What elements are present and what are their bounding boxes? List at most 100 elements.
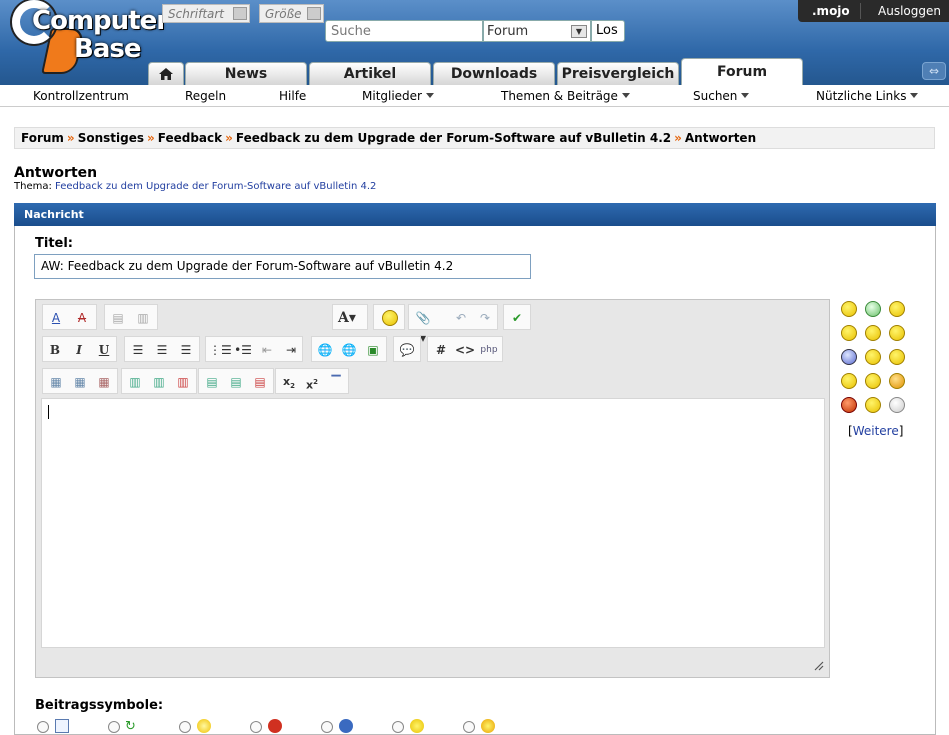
search-input[interactable]: Suche — [325, 20, 483, 42]
text-color-icon[interactable]: A▾ — [337, 308, 357, 328]
quote-icon[interactable]: 💬 — [397, 340, 417, 360]
smilie-rolleyes-icon[interactable] — [865, 373, 881, 389]
code-icon[interactable]: <> — [455, 340, 475, 360]
font-select[interactable]: Schriftart — [162, 4, 250, 23]
subnav-kontrollzentrum[interactable]: Kontrollzentrum — [33, 89, 129, 103]
align-left-icon[interactable]: ☰ — [128, 340, 148, 360]
smilie-shocked-icon[interactable] — [889, 397, 905, 413]
remove-link-icon[interactable]: 🌐 — [339, 340, 359, 360]
superscript-icon[interactable]: x2 — [302, 372, 322, 392]
tab-forum[interactable]: Forum — [681, 58, 803, 85]
subscript-icon[interactable]: x2 — [279, 372, 299, 392]
delete-row-icon[interactable]: ▤ — [250, 372, 270, 392]
smilie-mad-icon[interactable] — [841, 397, 857, 413]
tab-artikel[interactable]: Artikel — [309, 62, 431, 85]
search-scope-select[interactable]: Forum ▼ — [483, 20, 591, 42]
table-props-icon[interactable]: ▦ — [70, 372, 90, 392]
smilie-sad-icon[interactable] — [841, 349, 857, 365]
insert-image-icon[interactable]: ▣ — [363, 340, 383, 360]
subnav-hilfe[interactable]: Hilfe — [279, 89, 306, 103]
toolbar-group-style: B I U — [42, 336, 117, 362]
tab-news[interactable]: News — [185, 62, 307, 85]
smilie-insert-icon[interactable] — [382, 310, 398, 326]
subnav-suchen[interactable]: Suchen — [693, 89, 750, 103]
smilie-happy-icon[interactable] — [889, 301, 905, 317]
title-input[interactable]: AW: Feedback zu dem Upgrade der Forum-So… — [34, 254, 531, 279]
spellcheck-icon[interactable]: ✔ — [507, 308, 527, 328]
site-logo[interactable]: Computer Base — [10, 0, 169, 80]
bold-icon[interactable]: B — [45, 340, 65, 360]
breadcrumb-separator: » — [66, 131, 75, 145]
post-icon-radio[interactable] — [108, 721, 120, 733]
underline-icon[interactable]: U — [94, 340, 114, 360]
table-delete-icon[interactable]: ▦ — [94, 372, 114, 392]
subnav-links[interactable]: Nützliche Links — [816, 89, 919, 103]
more-smilies-link[interactable]: Weitere — [853, 424, 899, 438]
smilie-frown-icon[interactable] — [889, 349, 905, 365]
table-icon[interactable]: ▦ — [46, 372, 66, 392]
font-format-icon[interactable]: A — [46, 308, 66, 328]
paste-word-icon[interactable]: ▥ — [133, 308, 153, 328]
message-textarea[interactable] — [41, 398, 825, 648]
search-button[interactable]: Los — [591, 20, 625, 42]
smilie-surprised-icon[interactable] — [865, 397, 881, 413]
post-icon-radio[interactable] — [179, 721, 191, 733]
subnav-mitglieder[interactable]: Mitglieder — [362, 89, 434, 103]
insert-col-right-icon[interactable]: ▥ — [149, 372, 169, 392]
paste-icon[interactable]: ▤ — [108, 308, 128, 328]
post-icon-radio[interactable] — [392, 721, 404, 733]
subnav-themen[interactable]: Themen & Beiträge — [501, 89, 630, 103]
undo-icon[interactable]: ↶ — [451, 308, 471, 328]
cool-face-icon — [410, 719, 424, 733]
ordered-list-icon[interactable]: ⋮☰ — [209, 340, 232, 360]
thread-reference: Thema: Feedback zu dem Upgrade der Forum… — [14, 181, 376, 192]
text-cursor — [48, 405, 49, 419]
toolbar-group-quote: 💬 — [393, 336, 421, 362]
smilie-cool-icon[interactable] — [889, 325, 905, 341]
post-icon-radio[interactable] — [37, 721, 49, 733]
attachment-icon[interactable]: 📎▾ — [413, 308, 433, 345]
smilie-confused-icon[interactable] — [865, 325, 881, 341]
post-icon-radio[interactable] — [250, 721, 262, 733]
hash-icon[interactable]: # — [431, 340, 451, 360]
breadcrumb-sonstiges[interactable]: Sonstiges — [78, 131, 144, 145]
smilie-smile-icon[interactable] — [841, 301, 857, 317]
post-icon-radio[interactable] — [463, 721, 475, 733]
align-right-icon[interactable]: ☰ — [176, 340, 196, 360]
indent-icon[interactable]: ⇥ — [281, 340, 301, 360]
resize-grip-icon[interactable] — [812, 659, 824, 671]
outdent-icon[interactable]: ⇤ — [257, 340, 277, 360]
smilie-eek-icon[interactable] — [865, 349, 881, 365]
italic-icon[interactable]: I — [69, 340, 89, 360]
smilie-laugh-icon[interactable] — [841, 373, 857, 389]
tab-downloads[interactable]: Downloads — [433, 62, 555, 85]
insert-row-below-icon[interactable]: ▤ — [226, 372, 246, 392]
redo-icon[interactable]: ↷ — [475, 308, 495, 328]
delete-col-icon[interactable]: ▥ — [173, 372, 193, 392]
insert-link-icon[interactable]: 🌐 — [315, 340, 335, 360]
remove-format-icon[interactable]: A — [72, 308, 92, 328]
smilie-wink-icon[interactable] — [841, 325, 857, 341]
subnav-regeln[interactable]: Regeln — [185, 89, 226, 103]
unordered-list-icon[interactable]: •☰ — [233, 340, 253, 360]
php-icon[interactable]: php — [479, 340, 499, 360]
thema-label: Thema: — [14, 181, 52, 192]
logout-link[interactable]: Ausloggen — [878, 4, 941, 18]
align-center-icon[interactable]: ☰ — [152, 340, 172, 360]
tab-preisvergleich[interactable]: Preisvergleich — [557, 62, 679, 85]
size-select[interactable]: Größe — [259, 4, 324, 23]
username-link[interactable]: .mojo — [812, 4, 850, 18]
expand-arrows-icon[interactable]: ⇔ — [922, 62, 946, 80]
breadcrumb-feedback[interactable]: Feedback — [158, 131, 222, 145]
breadcrumb-forum[interactable]: Forum — [21, 131, 64, 145]
tab-home[interactable] — [148, 62, 184, 85]
smilie-grin-icon[interactable] — [865, 301, 881, 317]
breadcrumb-thread[interactable]: Feedback zu dem Upgrade der Forum-Softwa… — [236, 131, 671, 145]
thread-link[interactable]: Feedback zu dem Upgrade der Forum-Softwa… — [55, 181, 376, 192]
toolbar-group-spell: ✔ — [503, 304, 531, 330]
smilie-devil-icon[interactable] — [889, 373, 905, 389]
horizontal-rule-icon[interactable]: ▔ — [326, 372, 346, 392]
insert-row-above-icon[interactable]: ▤ — [202, 372, 222, 392]
post-icon-radio[interactable] — [321, 721, 333, 733]
insert-col-left-icon[interactable]: ▥ — [125, 372, 145, 392]
